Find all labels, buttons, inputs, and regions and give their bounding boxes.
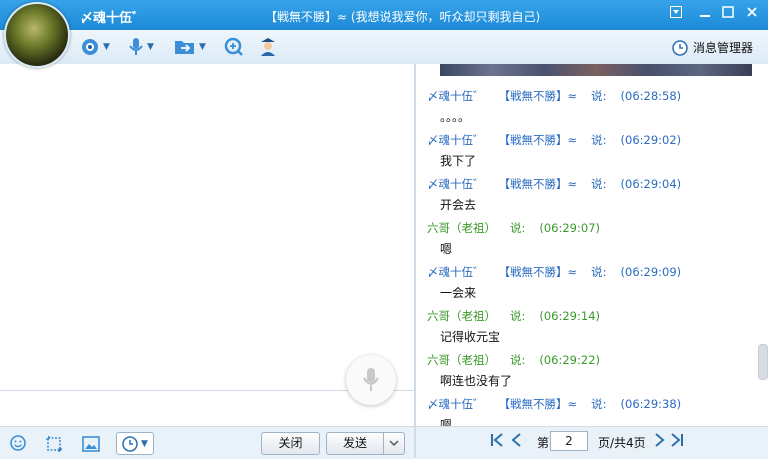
message-sender-tag: 【戦無不勝】≈ (498, 177, 578, 191)
send-options-button[interactable] (383, 432, 405, 455)
folder-transfer-icon[interactable]: ▼ (174, 36, 206, 58)
message-said: 说: (591, 89, 607, 103)
message-sender: 〆魂十伍゛ (427, 133, 485, 147)
message-header: 六哥（老祖） 说: (06:29:07) (427, 220, 600, 236)
screenshot-icon[interactable] (45, 435, 63, 456)
message-time: (06:29:02) (620, 133, 682, 147)
message-sender: 六哥（老祖） (427, 221, 496, 235)
close-button[interactable]: 关闭 (261, 432, 320, 455)
message-header: 〆魂十伍゛ 【戦無不勝】≈ 说: (06:28:58) (427, 88, 681, 104)
message-text: 一会来 (440, 286, 477, 300)
message-sender-tag: 【戦無不勝】≈ (498, 397, 578, 411)
message-said: 说: (510, 353, 526, 367)
image-thumbnail[interactable] (440, 64, 752, 76)
clock-icon (122, 435, 138, 452)
message-time: (06:28:58) (620, 89, 682, 103)
emoji-icon[interactable] (10, 435, 28, 456)
message-time: (06:29:04) (620, 177, 682, 191)
message-sender-tag: 【戦無不勝】≈ (498, 133, 578, 147)
first-page-icon[interactable] (490, 432, 504, 451)
video-icon[interactable]: ▼ (80, 36, 110, 58)
input-toolbar: ▼ 关闭 发送 (0, 426, 414, 459)
message-sender: 〆魂十伍゛ (427, 89, 485, 103)
contact-signature: 【戦無不勝】≈ (我想说我爱你，听众却只剩我自己) (265, 10, 541, 24)
message-said: 说: (591, 177, 607, 191)
image-icon[interactable] (82, 435, 100, 456)
page-prefix: 第 (537, 436, 550, 450)
message-header: 〆魂十伍゛ 【戦無不勝】≈ 说: (06:29:02) (427, 132, 681, 148)
pager-bar: 第 页/共4页 (416, 426, 768, 459)
microphone-icon (362, 368, 380, 391)
last-page-icon[interactable] (670, 432, 684, 451)
prev-page-icon[interactable] (510, 432, 522, 451)
message-text: 。。。。 (440, 110, 471, 124)
message-sender-tag: 【戦無不勝】≈ (498, 89, 578, 103)
send-button[interactable]: 发送 (326, 432, 383, 455)
message-time: (06:29:38) (620, 397, 682, 411)
message-sender-tag: 【戦無不勝】≈ (498, 265, 578, 279)
scroll-thumb[interactable] (758, 344, 768, 380)
message-header: 六哥（老祖） 说: (06:29:14) (427, 308, 600, 324)
message-manager-label: 消息管理器 (692, 41, 753, 55)
page-number-input[interactable]: 2 (550, 431, 588, 451)
page-suffix: 页/共4页 (598, 436, 646, 450)
message-text: 啊连也没有了 (440, 374, 513, 388)
voice-input-button[interactable] (346, 355, 396, 405)
history-clock-button[interactable]: ▼ (116, 432, 154, 455)
message-sender: 六哥（老祖） (427, 309, 496, 323)
message-time: (06:29:22) (539, 353, 600, 367)
chevron-down-icon (389, 440, 399, 447)
message-said: 说: (510, 221, 526, 235)
message-time: (06:29:07) (539, 221, 600, 235)
message-said: 说: (591, 133, 607, 147)
toolbar: ▼ ▼ ▼ 消息管理器 (0, 30, 768, 65)
message-header: 〆魂十伍゛ 【戦無不勝】≈ 说: (06:29:09) (427, 264, 681, 280)
next-page-icon[interactable] (654, 432, 666, 451)
message-sender: 〆魂十伍゛ (427, 177, 485, 191)
maximize-icon[interactable] (720, 6, 736, 22)
message-text: 嗯 (440, 418, 453, 426)
mic-icon[interactable]: ▼ (128, 36, 154, 58)
message-manager-button[interactable]: 消息管理器 (672, 39, 753, 56)
message-time: (06:29:09) (620, 265, 682, 279)
message-sender: 〆魂十伍゛ (427, 265, 485, 279)
message-said: 说: (591, 397, 607, 411)
message-text: 开会去 (440, 198, 477, 212)
minimize-icon[interactable] (697, 6, 713, 22)
message-header: 六哥（老祖） 说: (06:29:22) (427, 352, 600, 368)
message-header: 〆魂十伍゛ 【戦無不勝】≈ 说: (06:29:04) (427, 176, 681, 192)
message-text: 嗯 (440, 242, 453, 256)
chat-history: 〆魂十伍゛ 【戦無不勝】≈ 说: (06:28:58)。。。。 〆魂十伍゛ 【戦無不勝】≈… (416, 64, 768, 426)
message-said: 说: (510, 309, 526, 323)
police-icon[interactable] (259, 36, 277, 58)
message-text: 记得收元宝 (440, 330, 501, 344)
close-icon[interactable] (744, 6, 760, 22)
dropdown-icon[interactable] (668, 6, 684, 22)
clock-icon (672, 39, 688, 56)
message-sender: 〆魂十伍゛ (427, 397, 485, 411)
remote-assist-icon[interactable] (224, 36, 244, 58)
message-said: 说: (591, 265, 607, 279)
message-text: 我下了 (440, 154, 477, 168)
message-sender: 六哥（老祖） (427, 353, 496, 367)
title-bar: 〆魂十伍゛ 【戦無不勝】≈ (我想说我爱你，听众却只剩我自己) (0, 0, 768, 30)
avatar[interactable] (4, 2, 70, 68)
message-time: (06:29:14) (539, 309, 600, 323)
contact-name: 〆魂十伍゛ (80, 11, 146, 26)
message-header: 〆魂十伍゛ 【戦無不勝】≈ 说: (06:29:38) (427, 396, 681, 412)
